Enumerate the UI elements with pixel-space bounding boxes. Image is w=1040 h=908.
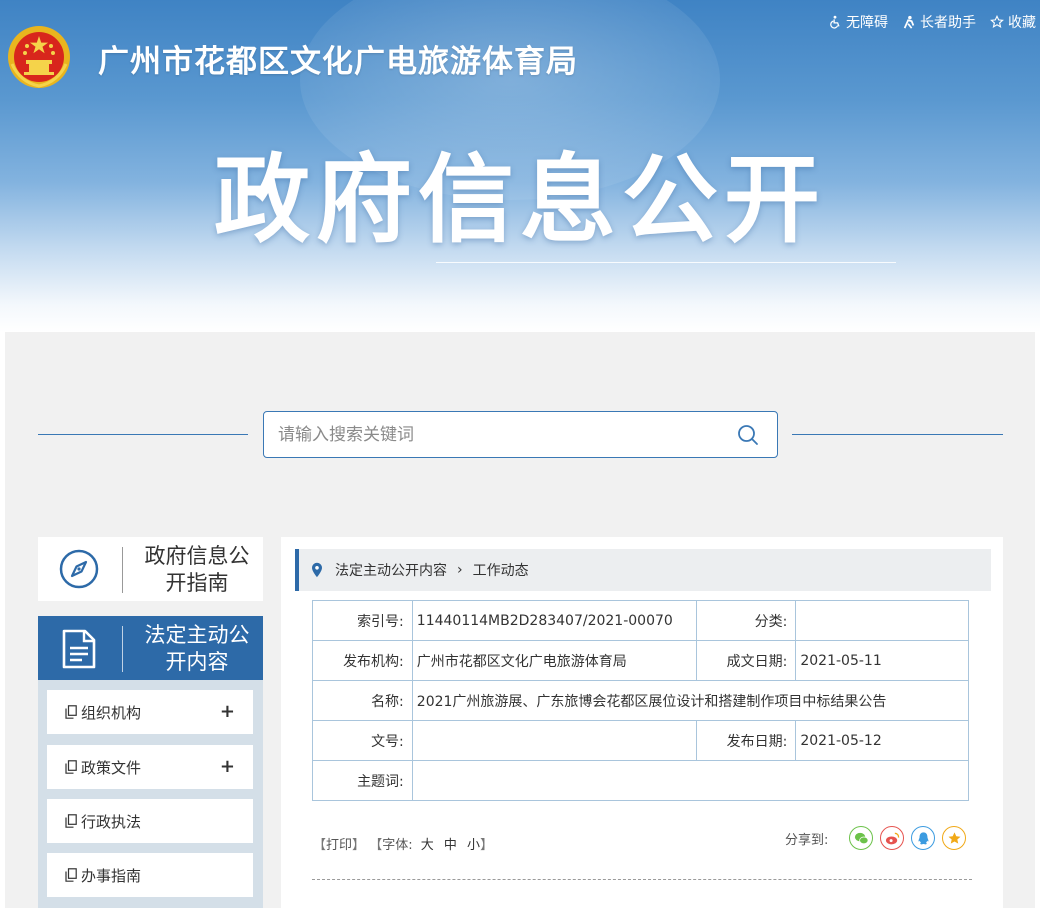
guide-divider	[122, 547, 123, 593]
publish-date-key: 发布日期:	[695, 720, 797, 761]
table-row: 文号: 发布日期: 2021-05-12	[312, 720, 969, 761]
sidebar-item-policy[interactable]: 政策文件 +	[47, 745, 253, 789]
copy-icon	[65, 705, 77, 719]
copy-icon	[65, 868, 77, 882]
wechat-icon	[854, 832, 869, 844]
table-row: 主题词:	[312, 760, 970, 801]
weibo-icon	[885, 832, 900, 844]
publish-date-value: 2021-05-12	[795, 720, 969, 761]
index-key: 索引号:	[312, 600, 413, 641]
copy-icon	[65, 760, 77, 774]
top-links: 无障碍 长者助手 收藏	[828, 12, 1036, 32]
elder-assistant-link[interactable]: 长者助手	[902, 12, 976, 32]
content-panel: 法定主动公开内容 › 工作动态 索引号: 11440114MB2D283407/…	[281, 537, 1003, 908]
share-bar: 分享到:	[785, 826, 967, 850]
page-tools: 【打印】 【字体: 大 中 小】	[313, 838, 494, 853]
name-value: 2021广州旅游展、广东旅博会花都区展位设计和搭建制作项目中标结果公告	[411, 680, 970, 721]
sidebar-active-tab[interactable]: 法定主动公开内容	[38, 616, 263, 680]
sidebar-item-organization[interactable]: 组织机构 +	[47, 690, 253, 734]
compass-icon	[59, 549, 99, 589]
main-area: 政府信息公开指南 法定主动公开内容 组织机构 + 政策文件 + 行政执法 办事指…	[5, 332, 1035, 908]
active-divider	[122, 626, 123, 672]
table-row: 索引号: 11440114MB2D283407/2021-00070 分类:	[312, 600, 969, 641]
publisher-key: 发布机构:	[312, 640, 413, 681]
favorite-label: 收藏	[1008, 15, 1036, 31]
elder-assistant-label: 长者助手	[920, 15, 976, 31]
location-pin-icon	[312, 562, 322, 578]
created-date-key: 成文日期:	[695, 640, 797, 681]
share-weibo-button[interactable]	[880, 826, 905, 850]
qq-icon	[918, 831, 929, 844]
sidebar-item-label: 政策文件	[81, 758, 142, 777]
qzone-star-icon	[948, 831, 961, 844]
breadcrumb: 法定主动公开内容 › 工作动态	[295, 549, 991, 591]
font-large-link[interactable]: 大	[421, 838, 434, 853]
doc-number-key: 文号:	[312, 720, 413, 761]
banner-title: 政府信息公开	[214, 144, 826, 256]
font-size-label: 字体:	[382, 838, 413, 853]
sidebar-guide-tab[interactable]: 政府信息公开指南	[38, 537, 263, 601]
subject-value	[411, 760, 970, 801]
site-title: 广州市花都区文化广电旅游体育局	[98, 44, 578, 80]
sidebar-menu: 组织机构 + 政策文件 + 行政执法 办事指南	[38, 680, 263, 908]
accessibility-link[interactable]: 无障碍	[828, 12, 888, 32]
copy-icon	[65, 814, 77, 828]
expand-icon[interactable]: +	[220, 756, 235, 777]
subject-key: 主题词:	[312, 760, 413, 801]
breadcrumb-level2[interactable]: 工作动态	[473, 560, 529, 580]
breadcrumb-level1[interactable]: 法定主动公开内容	[335, 560, 447, 580]
star-icon	[990, 15, 1004, 28]
search-icon[interactable]	[737, 424, 759, 446]
dashed-divider	[312, 879, 972, 880]
publisher-value: 广州市花都区文化广电旅游体育局	[411, 640, 697, 681]
national-emblem-icon	[8, 26, 70, 88]
guide-label: 政府信息公开指南	[144, 544, 250, 595]
accessibility-label: 无障碍	[846, 15, 888, 31]
document-icon	[62, 629, 96, 669]
elder-assistant-icon	[903, 15, 915, 29]
category-value	[795, 600, 969, 641]
sidebar-item-label: 行政执法	[81, 812, 142, 831]
share-wechat-button[interactable]	[849, 826, 874, 850]
sidebar-item-label: 办事指南	[81, 866, 142, 885]
sidebar-item-label: 组织机构	[81, 703, 142, 722]
index-value: 11440114MB2D283407/2021-00070	[411, 600, 697, 641]
share-qzone-button[interactable]	[942, 826, 967, 850]
table-row: 发布机构: 广州市花都区文化广电旅游体育局 成文日期: 2021-05-11	[312, 640, 969, 681]
chevron-right-icon: ›	[457, 562, 463, 578]
category-key: 分类:	[695, 600, 797, 641]
search-input[interactable]	[264, 412, 724, 457]
print-link[interactable]: 打印	[326, 838, 352, 853]
info-table: 索引号: 11440114MB2D283407/2021-00070 分类: 发…	[312, 600, 970, 801]
search-box	[263, 411, 778, 458]
name-key: 名称:	[312, 680, 413, 721]
accessibility-icon	[830, 15, 840, 29]
created-date-value: 2021-05-11	[795, 640, 969, 681]
search-decor-line-right	[792, 434, 1003, 435]
font-small-link[interactable]: 小	[467, 838, 480, 853]
sidebar-item-guide[interactable]: 办事指南	[47, 853, 253, 897]
sidebar-item-enforcement[interactable]: 行政执法	[47, 799, 253, 843]
search-decor-line-left	[38, 434, 248, 435]
header-banner: 广州市花都区文化广电旅游体育局 无障碍 长者助手 收藏 政府信息公开	[0, 0, 1040, 332]
active-label: 法定主动公开内容	[144, 623, 250, 674]
table-row: 名称: 2021广州旅游展、广东旅博会花都区展位设计和搭建制作项目中标结果公告	[312, 680, 970, 721]
favorite-link[interactable]: 收藏	[990, 12, 1036, 32]
doc-number-value	[411, 720, 697, 761]
expand-icon[interactable]: +	[220, 701, 235, 722]
font-medium-link[interactable]: 中	[444, 838, 457, 853]
share-qq-button[interactable]	[911, 826, 936, 850]
banner-divider	[436, 262, 896, 263]
share-label: 分享到:	[785, 832, 829, 848]
